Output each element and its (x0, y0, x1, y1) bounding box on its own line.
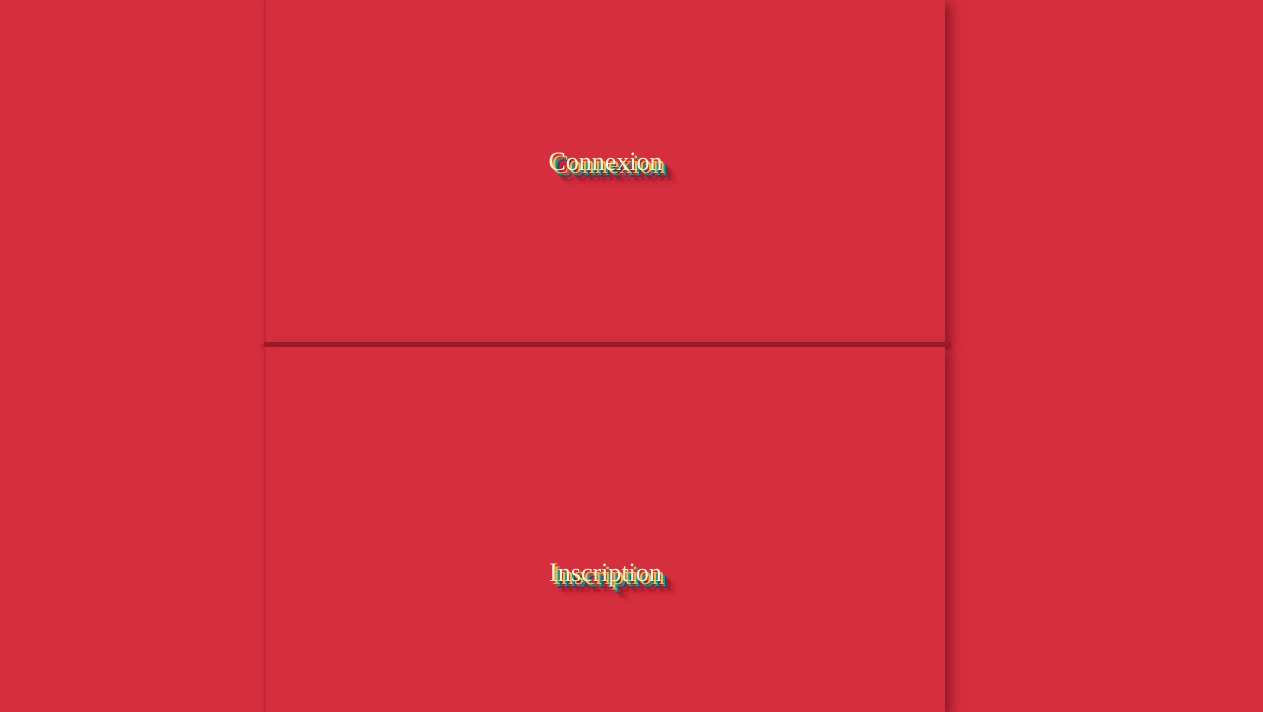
login-label: Connexion (548, 147, 663, 176)
page: Connexion Inscription (0, 0, 1263, 712)
signup-panel[interactable]: Inscription (264, 347, 945, 712)
signup-label: Inscription (549, 558, 662, 587)
login-panel[interactable]: Connexion (264, 0, 945, 343)
